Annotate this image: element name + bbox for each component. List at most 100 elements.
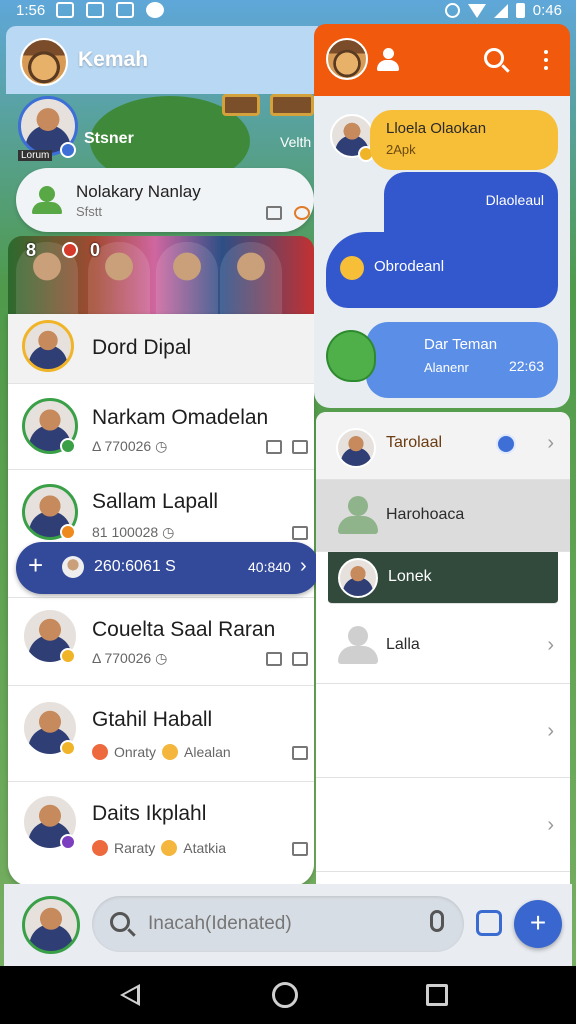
chat-subtitle-text: Alealan: [184, 744, 231, 760]
person-icon: [32, 186, 62, 214]
list-item-selected[interactable]: Lonek: [328, 552, 558, 604]
share-icon[interactable]: [292, 526, 308, 540]
message-bubble[interactable]: Dar Teman Alanenr 22:63: [366, 322, 558, 398]
chat-list: Dord Dipal Narkam Omadelan Δ 770026 ◷ Sa…: [8, 314, 314, 886]
list-item[interactable]: Harohoaca: [316, 480, 570, 552]
profile-avatar[interactable]: [22, 896, 80, 954]
share-icon[interactable]: [292, 652, 308, 666]
chat-subtitle-text: Atatkia: [183, 840, 227, 856]
chevron-right-icon[interactable]: ›: [547, 634, 554, 657]
home-icon[interactable]: [266, 440, 282, 454]
list-item[interactable]: ›: [316, 778, 570, 872]
chat-subtitle-text: Onraty: [114, 744, 157, 760]
live-badge-icon: [62, 242, 78, 258]
chat-row[interactable]: Couelta Saal Raran Δ 770026 ◷: [8, 598, 314, 686]
search-icon: [110, 912, 130, 932]
status-badge-icon: [60, 648, 76, 664]
emoji-icon: [162, 744, 179, 760]
recents-icon[interactable]: [426, 984, 448, 1006]
chevron-right-icon[interactable]: ›: [547, 814, 554, 837]
home-button-icon[interactable]: [272, 982, 298, 1008]
chat-row[interactable]: Dord Dipal: [8, 314, 314, 384]
chat-subtitle: Δ 770026 ◷: [92, 650, 168, 666]
message-time: 2Apk: [386, 142, 416, 157]
list-item-name: Harohoaca: [386, 506, 465, 523]
plus-icon[interactable]: +: [28, 552, 43, 578]
chevron-right-icon[interactable]: ›: [547, 432, 554, 455]
story-count: 0: [90, 240, 101, 260]
home-icon[interactable]: [266, 206, 282, 220]
share-icon[interactable]: [294, 206, 310, 220]
chat-subtitle: 81 100028 ◷: [92, 524, 175, 540]
note-card[interactable]: Nolakary Nanlay Sfstt: [16, 168, 314, 232]
status-badge-icon: [60, 524, 76, 540]
compose-button[interactable]: +: [514, 900, 562, 948]
alarm-icon: [444, 3, 460, 18]
contact-list: Tarolaal › Harohoaca Lonek Lalla › › ›: [316, 412, 570, 884]
emoji-icon: [92, 840, 108, 856]
chat-row[interactable]: Gtahil Haball Onraty Alealan: [8, 686, 314, 782]
banner-value: 40:840: [248, 559, 291, 575]
message-bubble[interactable]: Dlaoleaul Obrodeanl: [326, 172, 558, 308]
stories-strip[interactable]: 8 0: [8, 236, 314, 314]
share-icon[interactable]: [292, 440, 308, 454]
share-icon[interactable]: [292, 746, 308, 760]
background-sign: [222, 94, 260, 116]
list-item[interactable]: Tarolaal ›: [316, 412, 570, 480]
mail-icon: [56, 2, 74, 18]
home-icon[interactable]: [266, 652, 282, 666]
share-icon[interactable]: [292, 842, 308, 856]
app-header: Kemah: [6, 26, 318, 94]
chat-row[interactable]: Daits Ikplahl Raraty Atatkia: [8, 782, 314, 886]
more-menu-icon[interactable]: [544, 50, 548, 72]
search-bar[interactable]: [92, 896, 464, 952]
chevron-right-icon[interactable]: ›: [300, 555, 307, 578]
story-right-tag: Velth: [280, 134, 312, 150]
mic-icon[interactable]: [430, 910, 444, 932]
placeholder-avatar-icon: [338, 496, 378, 536]
placeholder-avatar-icon: [338, 626, 378, 666]
list-item[interactable]: Lalla ›: [316, 604, 570, 684]
chat-subtitle: Δ 770026 ◷: [92, 438, 168, 454]
sticker-icon[interactable]: [326, 330, 376, 382]
app-logo: [20, 38, 68, 86]
back-icon[interactable]: [120, 984, 140, 1006]
search-icon[interactable]: [484, 48, 504, 68]
message-bubble[interactable]: Lloela Olaokan 2Apk: [370, 110, 558, 170]
story-thumbnail[interactable]: [156, 242, 218, 314]
photo-icon: [116, 2, 134, 18]
new-chat-banner[interactable]: + 260:6061 S 40:840 ›: [16, 542, 320, 594]
contacts-icon[interactable]: [376, 48, 400, 72]
chat-subtitle: Raraty Atatkia: [92, 840, 226, 856]
status-badge-icon: [60, 834, 76, 850]
chat-row[interactable]: Narkam Omadelan Δ 770026 ◷: [8, 384, 314, 470]
message-text: Alanenr: [424, 360, 469, 375]
online-badge-icon: [60, 438, 76, 454]
message-time: 22:63: [508, 358, 544, 374]
note-sub: Sfstt: [76, 204, 103, 219]
list-item-name: Lonek: [388, 568, 432, 585]
avatar: [22, 320, 74, 372]
search-input[interactable]: [148, 912, 418, 936]
story-thumbnail[interactable]: [220, 242, 282, 314]
sticker-icon[interactable]: [476, 910, 502, 936]
avatar: [336, 428, 376, 468]
smiley-icon: [340, 256, 364, 280]
list-item-name: Lalla: [386, 636, 420, 653]
app-logo: [326, 38, 368, 80]
message-text: Obrodeanl: [374, 258, 445, 275]
app-title: Kemah: [78, 48, 149, 71]
message-text: Dlaoleaul: [485, 192, 544, 208]
status-bar: 1:56 0:46: [0, 0, 576, 22]
chevron-right-icon[interactable]: ›: [547, 720, 554, 743]
wifi-icon: [467, 3, 486, 18]
system-nav-bar: [0, 966, 576, 1024]
note-name: Nolakary Nanlay: [76, 182, 201, 201]
verified-badge-icon: [60, 142, 76, 158]
chat-name: Narkam Omadelan: [92, 406, 269, 429]
list-item[interactable]: ›: [316, 684, 570, 778]
image-icon: [86, 2, 104, 18]
story-count: 8: [26, 240, 37, 260]
secondary-header: [314, 24, 570, 96]
signal-icon: [493, 3, 508, 18]
